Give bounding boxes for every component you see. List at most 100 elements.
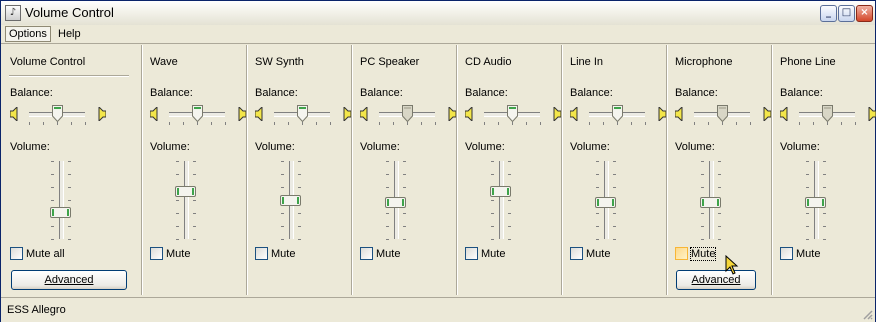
volume-tick [68, 174, 71, 175]
checkbox-box[interactable] [570, 247, 583, 260]
volume-tick [596, 226, 599, 227]
volume-tick [701, 161, 704, 162]
balance-tick [589, 122, 590, 125]
mute-checkbox[interactable]: Mute [465, 247, 505, 262]
menu-options[interactable]: Options [5, 26, 51, 42]
app-icon[interactable]: ♪ [5, 5, 21, 21]
minimize-button[interactable]: _ [820, 5, 837, 22]
volume-tick [68, 187, 71, 188]
volume-slider[interactable] [39, 161, 79, 241]
balance-thumb[interactable] [612, 105, 623, 122]
balance-label: Balance: [360, 87, 403, 99]
volume-slider[interactable] [269, 161, 309, 241]
balance-thumb[interactable] [402, 105, 413, 122]
checkbox-box[interactable] [255, 247, 268, 260]
volume-tick [51, 187, 54, 188]
balance-slider[interactable] [780, 105, 876, 125]
balance-tick [708, 122, 709, 125]
balance-slider[interactable] [465, 105, 561, 125]
mute-all-checkbox[interactable]: Mute all [10, 247, 65, 262]
volume-slider[interactable] [374, 161, 414, 241]
volume-tick [51, 200, 54, 201]
title-bar[interactable]: ♪ Volume Control _ □ × [1, 1, 875, 26]
menu-help[interactable]: Help [55, 27, 84, 41]
advanced-button[interactable]: Advanced [676, 270, 756, 290]
close-button[interactable]: × [856, 5, 873, 22]
volume-thumb[interactable] [175, 186, 196, 197]
checkbox-box[interactable] [465, 247, 478, 260]
volume-tick [281, 213, 284, 214]
balance-tick [799, 122, 800, 125]
checkbox-box[interactable] [780, 247, 793, 260]
balance-tick [526, 122, 527, 125]
volume-tick [386, 174, 389, 175]
volume-slider[interactable] [584, 161, 624, 241]
mute-checkbox[interactable]: Mute [255, 247, 295, 262]
balance-slider[interactable] [150, 105, 246, 125]
volume-thumb[interactable] [385, 197, 406, 208]
volume-tick [806, 174, 809, 175]
checkbox-box[interactable] [150, 247, 163, 260]
balance-thumb[interactable] [822, 105, 833, 122]
balance-slider[interactable] [570, 105, 666, 125]
volume-tick [718, 239, 721, 240]
volume-thumb[interactable] [280, 195, 301, 206]
volume-slider[interactable] [164, 161, 204, 241]
balance-thumb[interactable] [297, 105, 308, 122]
volume-slider[interactable] [479, 161, 519, 241]
balance-tick [169, 122, 170, 125]
mute-checkbox[interactable]: Mute [780, 247, 820, 262]
volume-tick [193, 200, 196, 201]
volume-tick [508, 213, 511, 214]
volume-tick [281, 239, 284, 240]
balance-slider[interactable] [10, 105, 106, 125]
volume-tick [823, 161, 826, 162]
volume-slider[interactable] [689, 161, 729, 241]
volume-tick [281, 187, 284, 188]
checkbox-box[interactable] [360, 247, 373, 260]
volume-thumb[interactable] [805, 197, 826, 208]
volume-slider[interactable] [794, 161, 834, 241]
volume-label: Volume: [150, 141, 190, 153]
balance-tick [722, 122, 723, 125]
volume-label: Volume: [675, 141, 715, 153]
channel-name: SW Synth [255, 56, 304, 68]
mute-checkbox[interactable]: Mute [150, 247, 190, 262]
balance-thumb[interactable] [52, 105, 63, 122]
volume-tick [596, 239, 599, 240]
balance-thumb[interactable] [717, 105, 728, 122]
volume-thumb[interactable] [490, 186, 511, 197]
mute-checkbox[interactable]: Mute [570, 247, 610, 262]
checkbox-box[interactable] [675, 247, 688, 260]
volume-tick [596, 161, 599, 162]
balance-thumb[interactable] [192, 105, 203, 122]
volume-tick [403, 239, 406, 240]
right-speaker-icon [98, 107, 106, 121]
balance-label: Balance: [465, 87, 508, 99]
resize-grip-icon[interactable] [861, 308, 873, 320]
volume-tick [491, 239, 494, 240]
volume-thumb[interactable] [700, 197, 721, 208]
volume-tick [176, 174, 179, 175]
mute-checkbox[interactable]: Mute [360, 247, 400, 262]
status-bar: ESS Allegro [1, 297, 875, 322]
balance-thumb[interactable] [507, 105, 518, 122]
menu-bar: Options Help [1, 25, 875, 43]
balance-tick [512, 122, 513, 125]
balance-tick [813, 122, 814, 125]
mute-checkbox[interactable]: Mute [675, 246, 717, 262]
channel-phone-line: Phone Line Balance: Volume: Mute [771, 45, 876, 295]
checkbox-box[interactable] [10, 247, 23, 260]
volume-label: Volume: [465, 141, 505, 153]
balance-slider[interactable] [255, 105, 351, 125]
advanced-button-label: Advanced [44, 274, 94, 286]
volume-thumb[interactable] [595, 197, 616, 208]
balance-slider[interactable] [675, 105, 771, 125]
maximize-button[interactable]: □ [838, 5, 855, 22]
volume-thumb[interactable] [50, 207, 71, 218]
volume-track [184, 161, 189, 239]
advanced-button[interactable]: Advanced [11, 270, 127, 290]
volume-tick [613, 174, 616, 175]
volume-tick [718, 161, 721, 162]
balance-slider[interactable] [360, 105, 456, 125]
